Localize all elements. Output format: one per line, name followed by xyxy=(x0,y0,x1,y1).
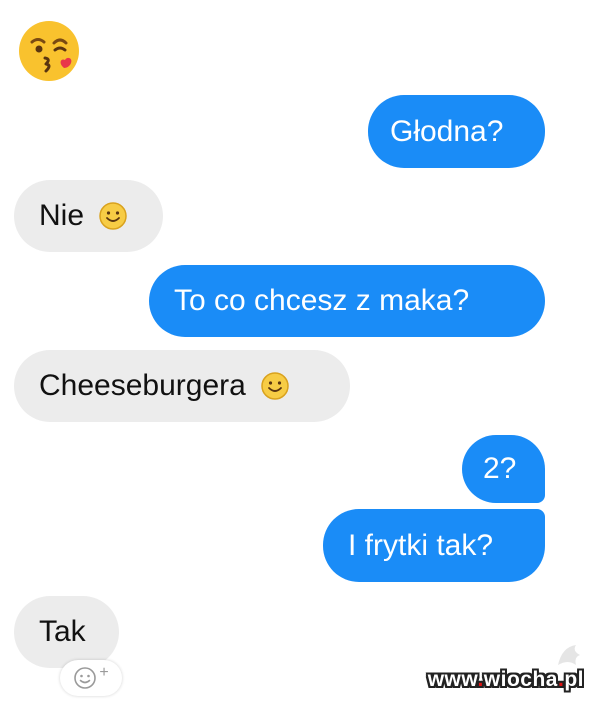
kissing-face-icon xyxy=(19,21,79,81)
plus-sign: + xyxy=(99,664,109,681)
message-bubble-received[interactable]: Nie xyxy=(14,180,163,252)
watermark: www.wiocha.pl xyxy=(428,668,584,692)
message-bubble-received[interactable]: Tak xyxy=(14,596,119,668)
watermark-part: pl xyxy=(564,668,584,691)
message-text: Nie xyxy=(39,199,85,232)
add-reaction-icon xyxy=(74,667,97,689)
message-bubble-sent[interactable]: To co chcesz z maka? xyxy=(149,265,545,337)
watermark-part: www xyxy=(427,668,478,691)
message-text: Głodna? xyxy=(390,114,504,148)
message-bubble-sent[interactable]: I frytki tak? xyxy=(323,509,545,582)
smiley-icon xyxy=(99,202,127,230)
message-text: I frytki tak? xyxy=(348,528,494,562)
message-text: Cheeseburgera xyxy=(39,369,246,402)
message-bubble-received[interactable]: Cheeseburgera xyxy=(14,350,350,422)
watermark-part: wiocha xyxy=(483,668,558,691)
smiley-icon xyxy=(261,372,289,400)
message-bubble-sent[interactable]: 2? xyxy=(462,435,545,503)
message-text: 2? xyxy=(483,452,517,485)
message-text: To co chcesz z maka? xyxy=(174,284,470,317)
message-text: Tak xyxy=(39,615,86,648)
add-reaction-button[interactable]: + xyxy=(60,660,122,696)
message-bubble-sent[interactable]: Głodna? xyxy=(368,95,545,168)
